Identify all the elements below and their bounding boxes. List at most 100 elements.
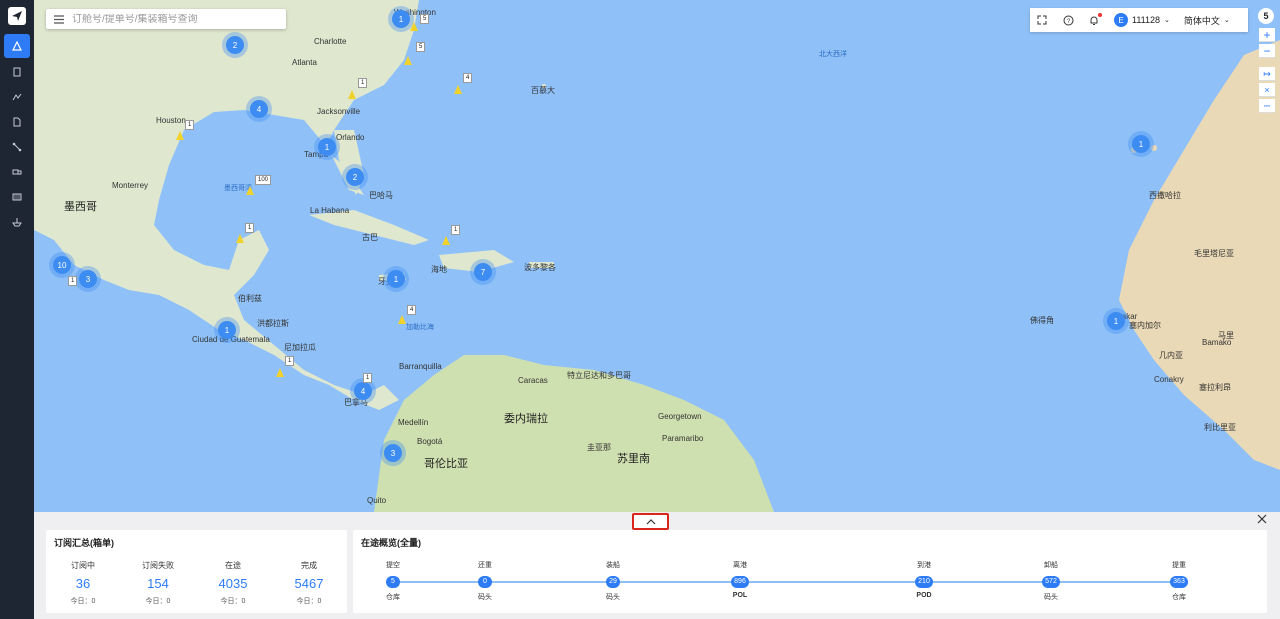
map-label-conakry: Conakry — [1154, 375, 1184, 384]
map-label-medellin: Medellín — [398, 418, 429, 427]
map-label-colombia: 哥伦比亚 — [424, 458, 468, 470]
stat-label: 在途 — [225, 561, 241, 570]
timeline-step[interactable]: 提空 5 仓库 — [363, 560, 423, 602]
stat-label: 完成 — [301, 561, 317, 570]
timeline-step[interactable]: 离港 896 POL — [710, 560, 770, 599]
shipment-cluster[interactable]: 1 — [1107, 312, 1125, 330]
shipment-cluster[interactable]: 1 — [1132, 135, 1150, 153]
user-menu[interactable]: E 111128 ⌄ — [1114, 13, 1170, 27]
vessel-marker-icon[interactable] — [236, 234, 244, 243]
vessel-tag: 1 — [451, 225, 461, 235]
map-label-venezuela: 委内瑞拉 — [504, 413, 548, 425]
sidebar-item-alerts[interactable] — [4, 34, 30, 58]
vessel-marker-icon[interactable] — [176, 131, 184, 140]
shipment-cluster[interactable]: 2 — [346, 168, 364, 186]
vessel-marker-icon[interactable] — [246, 186, 254, 195]
shipment-cluster[interactable]: 1 — [218, 321, 236, 339]
search-input[interactable] — [72, 13, 272, 25]
map-label-west-sahara: 西撒哈拉 — [1149, 191, 1181, 200]
help-icon[interactable]: ? — [1062, 14, 1074, 26]
chevron-down-icon: ⌄ — [1223, 17, 1230, 24]
zoom-in-button[interactable]: + — [1259, 28, 1275, 42]
vessel-marker-icon[interactable] — [276, 368, 284, 377]
vessel-marker-icon[interactable] — [442, 236, 450, 245]
map-label-la-habana: La Habana — [310, 206, 350, 215]
map-label-liberia: 利比里亚 — [1204, 423, 1236, 432]
stat-subscribed[interactable]: 订阅中 36 今日：0 — [53, 560, 113, 606]
timeline-step[interactable]: 提重 363 仓库 — [1149, 560, 1209, 602]
map-label-paramaribo: Paramaribo — [662, 434, 704, 443]
measure-icon[interactable]: ⎓ — [1259, 99, 1275, 113]
stat-failed[interactable]: 订阅失败 154 今日：0 — [128, 560, 188, 606]
timeline-step[interactable]: 到港 210 POD — [894, 560, 954, 599]
stat-completed[interactable]: 完成 5467 今日：0 — [279, 560, 339, 606]
vessel-marker-icon[interactable] — [348, 90, 356, 99]
notification-bell-icon[interactable] — [1088, 13, 1102, 26]
shipment-cluster[interactable]: 4 — [250, 100, 268, 118]
step-label: 离港 — [733, 562, 747, 569]
sidebar-item-documents[interactable] — [0, 110, 34, 134]
chevron-up-icon — [646, 518, 655, 524]
step-count: 0 — [478, 576, 492, 588]
step-location: POD — [916, 592, 932, 599]
timeline-step[interactable]: 还重 0 码头 — [455, 560, 515, 602]
stat-value: 154 — [147, 576, 169, 591]
sidebar-item-orders[interactable] — [0, 60, 34, 84]
transit-title: 在途概览(全量) — [361, 538, 421, 548]
stat-label: 订阅中 — [71, 561, 95, 570]
route-tool-icon[interactable]: ↦ — [1259, 67, 1275, 81]
stat-today: 今日：0 — [296, 598, 322, 605]
collapse-panel-button[interactable] — [632, 513, 669, 530]
map-label-jacksonville: Jacksonville — [317, 107, 361, 116]
menu-icon[interactable] — [54, 14, 64, 24]
close-panel-button[interactable] — [1256, 514, 1268, 526]
vessel-marker-icon[interactable] — [454, 85, 462, 94]
map-label-bogota: Bogotá — [417, 437, 443, 446]
clear-icon[interactable]: × — [1259, 83, 1275, 97]
shipment-cluster[interactable]: 1 — [318, 138, 336, 156]
sidebar-item-tracking[interactable] — [0, 85, 34, 109]
map-label-mexico: 墨西哥 — [64, 201, 97, 213]
chevron-down-icon: ⌄ — [1164, 17, 1170, 24]
vessel-tag: 4 — [463, 73, 473, 83]
shipment-cluster[interactable]: 2 — [226, 36, 244, 54]
shipment-cluster[interactable]: 1 — [387, 270, 405, 288]
vessel-marker-icon[interactable] — [398, 315, 406, 324]
timeline-step[interactable]: 装船 29 码头 — [583, 560, 643, 602]
map-canvas[interactable]: 墨西哥 委内瑞拉 哥伦比亚 北大西洋 Washington Charlotte … — [34, 0, 1280, 512]
step-count: 5 — [386, 576, 400, 588]
shipment-cluster[interactable]: 4 — [354, 382, 372, 400]
shipment-cluster[interactable]: 3 — [384, 444, 402, 462]
shipment-cluster[interactable]: 1 — [392, 10, 410, 28]
stat-in-transit[interactable]: 在途 4035 今日：0 — [203, 560, 263, 606]
stat-value: 36 — [75, 576, 91, 591]
vessel-marker-icon[interactable] — [410, 22, 418, 31]
network-icon — [12, 142, 22, 152]
map-label-cape-verde: 佛得角 — [1030, 316, 1054, 325]
shipment-cluster[interactable]: 3 — [79, 270, 97, 288]
vessel-tag: 1 — [285, 356, 295, 366]
shipment-cluster[interactable]: 10 — [53, 256, 71, 274]
map-label-bahamas: 巴哈马 — [369, 191, 393, 200]
sidebar-item-vessels[interactable] — [0, 210, 34, 234]
sidebar — [0, 0, 34, 619]
step-label: 还重 — [478, 562, 492, 569]
zoom-level-badge: 5 — [1258, 8, 1274, 24]
timeline-step[interactable]: 卸船 572 码头 — [1021, 560, 1081, 602]
step-count: 896 — [731, 576, 749, 588]
zoom-out-button[interactable]: − — [1259, 44, 1275, 58]
vessel-marker-icon[interactable] — [404, 56, 412, 65]
language-label: 简体中文 — [1183, 15, 1220, 26]
sidebar-item-network[interactable] — [0, 135, 34, 159]
step-label: 卸船 — [1044, 562, 1058, 569]
fullscreen-icon[interactable] — [1036, 14, 1048, 26]
language-select[interactable]: 简体中文 ⌄ — [1184, 14, 1230, 27]
vessel-tag: 5 — [420, 14, 430, 24]
step-count: 29 — [606, 576, 620, 588]
sidebar-item-trucks[interactable] — [0, 160, 34, 184]
paper-plane-logo-icon[interactable] — [8, 7, 26, 25]
stat-label: 订阅失败 — [142, 561, 174, 570]
shipment-cluster[interactable]: 7 — [474, 263, 492, 281]
sidebar-item-containers[interactable] — [0, 185, 34, 209]
vessel-tag: 1 — [185, 120, 195, 130]
